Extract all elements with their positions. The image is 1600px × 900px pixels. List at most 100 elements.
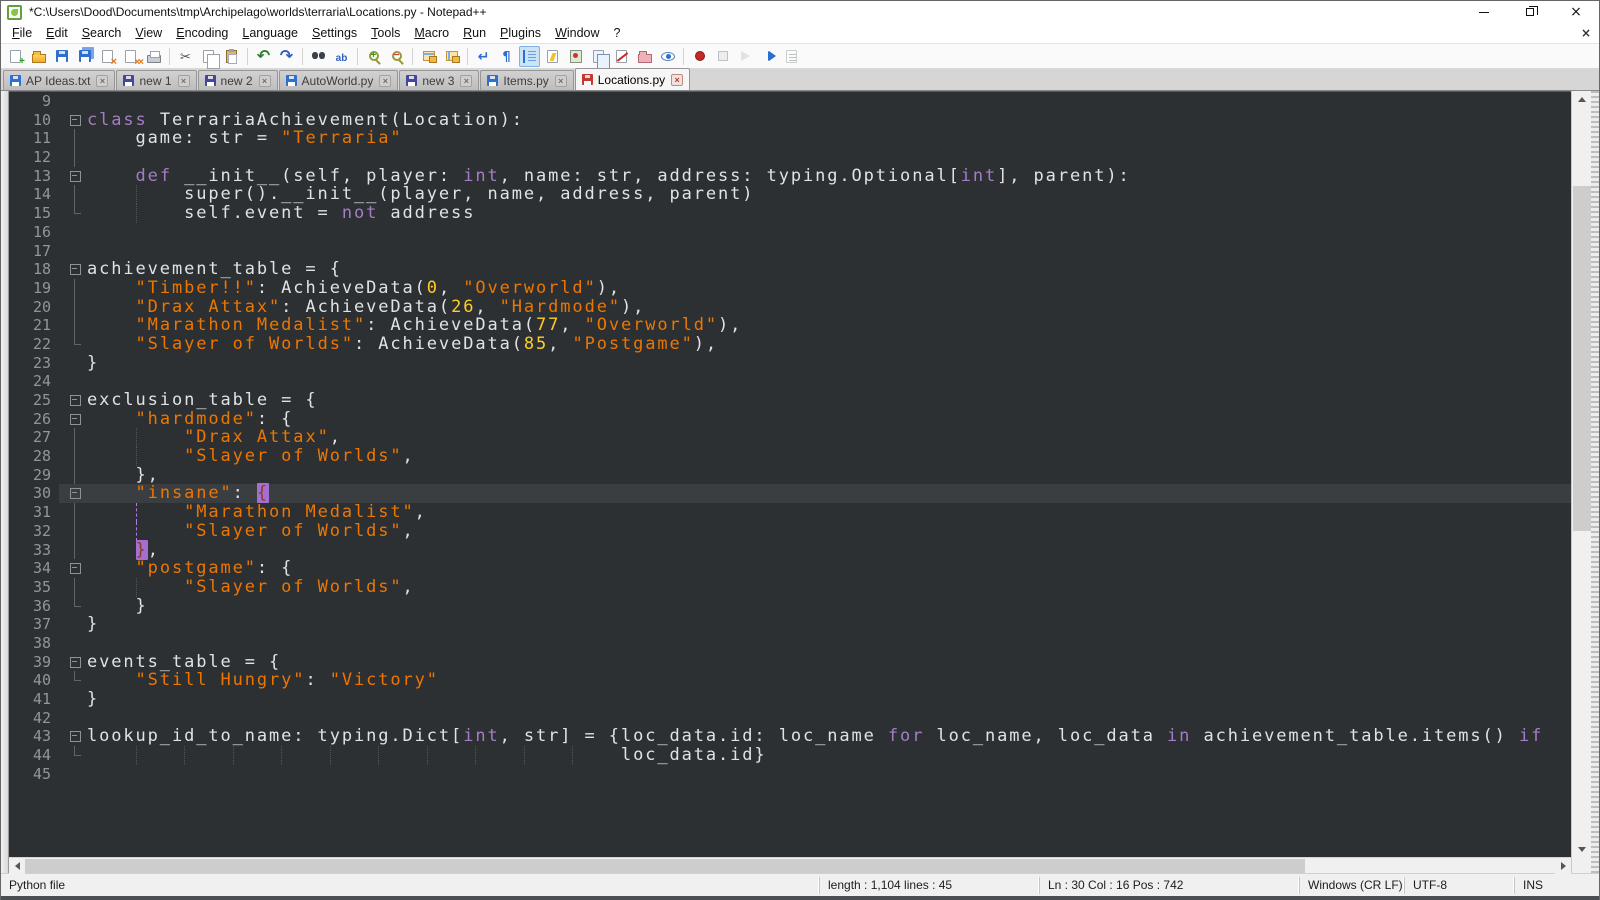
toolbar-redo-icon[interactable]: [276, 46, 297, 67]
toolbar-copy-icon[interactable]: [198, 46, 219, 67]
line-number[interactable]: 38: [9, 634, 59, 653]
toolbar-close-all-icon[interactable]: [120, 46, 141, 67]
line-number[interactable]: 32: [9, 522, 59, 541]
code-text[interactable]: [87, 92, 1571, 111]
code-text[interactable]: }: [87, 354, 1571, 373]
toolbar-macro-stop-icon[interactable]: [712, 46, 733, 67]
scroll-up-arrow[interactable]: [1572, 91, 1592, 107]
menu-item-run[interactable]: Run: [456, 24, 493, 42]
toolbar-paste-icon[interactable]: [221, 46, 242, 67]
code-text[interactable]: [87, 148, 1571, 167]
line-number[interactable]: 43: [9, 727, 59, 746]
menu-item-edit[interactable]: Edit: [39, 24, 75, 42]
menu-item-file[interactable]: File: [5, 24, 39, 42]
restore-button[interactable]: [1507, 1, 1553, 23]
menu-item-search[interactable]: Search: [75, 24, 129, 42]
code-text[interactable]: },: [87, 466, 1571, 485]
line-number[interactable]: 12: [9, 148, 59, 167]
menu-item-?[interactable]: ?: [607, 24, 628, 42]
line-number[interactable]: 11: [9, 129, 59, 148]
code-text[interactable]: [87, 709, 1571, 728]
document-close-icon[interactable]: ×: [1581, 26, 1591, 40]
code-text[interactable]: def __init__(self, player: int, name: st…: [87, 167, 1571, 186]
line-number[interactable]: 37: [9, 615, 59, 634]
line-number[interactable]: 25: [9, 391, 59, 410]
line-number[interactable]: 45: [9, 765, 59, 784]
menu-item-macro[interactable]: Macro: [407, 24, 456, 42]
code-text[interactable]: achievement_table = {: [87, 260, 1571, 279]
status-encoding[interactable]: UTF-8: [1404, 877, 1514, 894]
line-number[interactable]: 17: [9, 242, 59, 261]
status-eol-format[interactable]: Windows (CR LF): [1299, 877, 1404, 894]
tab-items.py[interactable]: Items.py×: [480, 70, 573, 90]
toolbar-open-file-icon[interactable]: [28, 46, 49, 67]
line-number[interactable]: 24: [9, 372, 59, 391]
scroll-down-arrow[interactable]: [1572, 841, 1592, 857]
fold-toggle[interactable]: [59, 653, 87, 672]
code-text[interactable]: "Still Hungry": "Victory": [87, 671, 1571, 690]
code-text[interactable]: "postgame": {: [87, 559, 1571, 578]
line-number[interactable]: 18: [9, 260, 59, 279]
code-text[interactable]: "Slayer of Worlds",: [87, 447, 1571, 466]
toolbar-sync-vertical-icon[interactable]: [418, 46, 439, 67]
line-number[interactable]: 19: [9, 279, 59, 298]
window-edge-grip[interactable]: [1591, 91, 1599, 873]
fold-toggle[interactable]: [59, 727, 87, 746]
line-number[interactable]: 20: [9, 298, 59, 317]
code-text[interactable]: [87, 634, 1571, 653]
code-text[interactable]: "Slayer of Worlds": AchieveData(85, "Pos…: [87, 335, 1571, 354]
fold-toggle[interactable]: [59, 484, 87, 503]
fold-toggle[interactable]: [59, 111, 87, 130]
toolbar-sync-horizontal-icon[interactable]: [441, 46, 462, 67]
close-button[interactable]: ×: [1553, 1, 1599, 23]
fold-toggle[interactable]: [59, 260, 87, 279]
toolbar-macro-save-icon[interactable]: [781, 46, 802, 67]
line-number[interactable]: 41: [9, 690, 59, 709]
toolbar-cut-icon[interactable]: [175, 46, 196, 67]
toolbar-new-file-icon[interactable]: [5, 46, 26, 67]
toolbar-function-list-icon[interactable]: [542, 46, 563, 67]
line-number[interactable]: 9: [9, 92, 59, 111]
toolbar-show-indent-guide-icon[interactable]: [519, 46, 540, 67]
toolbar-folder-as-workspace-icon[interactable]: [634, 46, 655, 67]
line-number[interactable]: 30: [9, 484, 59, 503]
tab-close-icon[interactable]: ×: [460, 75, 472, 87]
tab-new-2[interactable]: new 2×: [198, 70, 278, 90]
line-number[interactable]: 31: [9, 503, 59, 522]
vertical-scrollbar-thumb[interactable]: [1573, 186, 1591, 531]
tab-close-icon[interactable]: ×: [178, 75, 190, 87]
line-number[interactable]: 21: [9, 316, 59, 335]
line-number[interactable]: 10: [9, 111, 59, 130]
toolbar-zoom-in-icon[interactable]: [363, 46, 384, 67]
code-text[interactable]: "Timber!!": AchieveData(0, "Overworld"),: [87, 279, 1571, 298]
scroll-left-arrow[interactable]: [9, 858, 25, 874]
tab-close-icon[interactable]: ×: [96, 75, 108, 87]
line-number[interactable]: 36: [9, 597, 59, 616]
code-text[interactable]: "Slayer of Worlds",: [87, 578, 1571, 597]
code-text[interactable]: }: [87, 690, 1571, 709]
menu-item-settings[interactable]: Settings: [305, 24, 364, 42]
toolbar-print-icon[interactable]: [143, 46, 164, 67]
code-text[interactable]: "insane": {: [87, 484, 1571, 503]
toolbar-macro-run-multiple-icon[interactable]: [758, 46, 779, 67]
code-text[interactable]: super().__init__(player, name, address, …: [87, 185, 1571, 204]
toolbar-close-icon[interactable]: [97, 46, 118, 67]
toolbar-replace-icon[interactable]: [331, 46, 352, 67]
toolbar-word-wrap-icon[interactable]: [473, 46, 494, 67]
fold-toggle[interactable]: [59, 559, 87, 578]
code-text[interactable]: }: [87, 597, 1571, 616]
code-text[interactable]: class TerrariaAchievement(Location):: [87, 111, 1571, 130]
line-number[interactable]: 29: [9, 466, 59, 485]
tab-autoworld.py[interactable]: AutoWorld.py×: [279, 70, 399, 90]
horizontal-scrollbar-thumb[interactable]: [25, 859, 1305, 873]
code-text[interactable]: loc_data.id}: [87, 746, 1571, 765]
code-text[interactable]: lookup_id_to_name: typing.Dict[int, str]…: [87, 727, 1571, 746]
code-text[interactable]: "Marathon Medalist": AchieveData(77, "Ov…: [87, 316, 1571, 335]
code-text[interactable]: [87, 242, 1571, 261]
code-text[interactable]: exclusion_table = {: [87, 391, 1571, 410]
horizontal-scrollbar[interactable]: [9, 857, 1571, 873]
line-number[interactable]: 26: [9, 410, 59, 429]
fold-toggle[interactable]: [59, 410, 87, 429]
menu-item-encoding[interactable]: Encoding: [169, 24, 235, 42]
line-number[interactable]: 28: [9, 447, 59, 466]
